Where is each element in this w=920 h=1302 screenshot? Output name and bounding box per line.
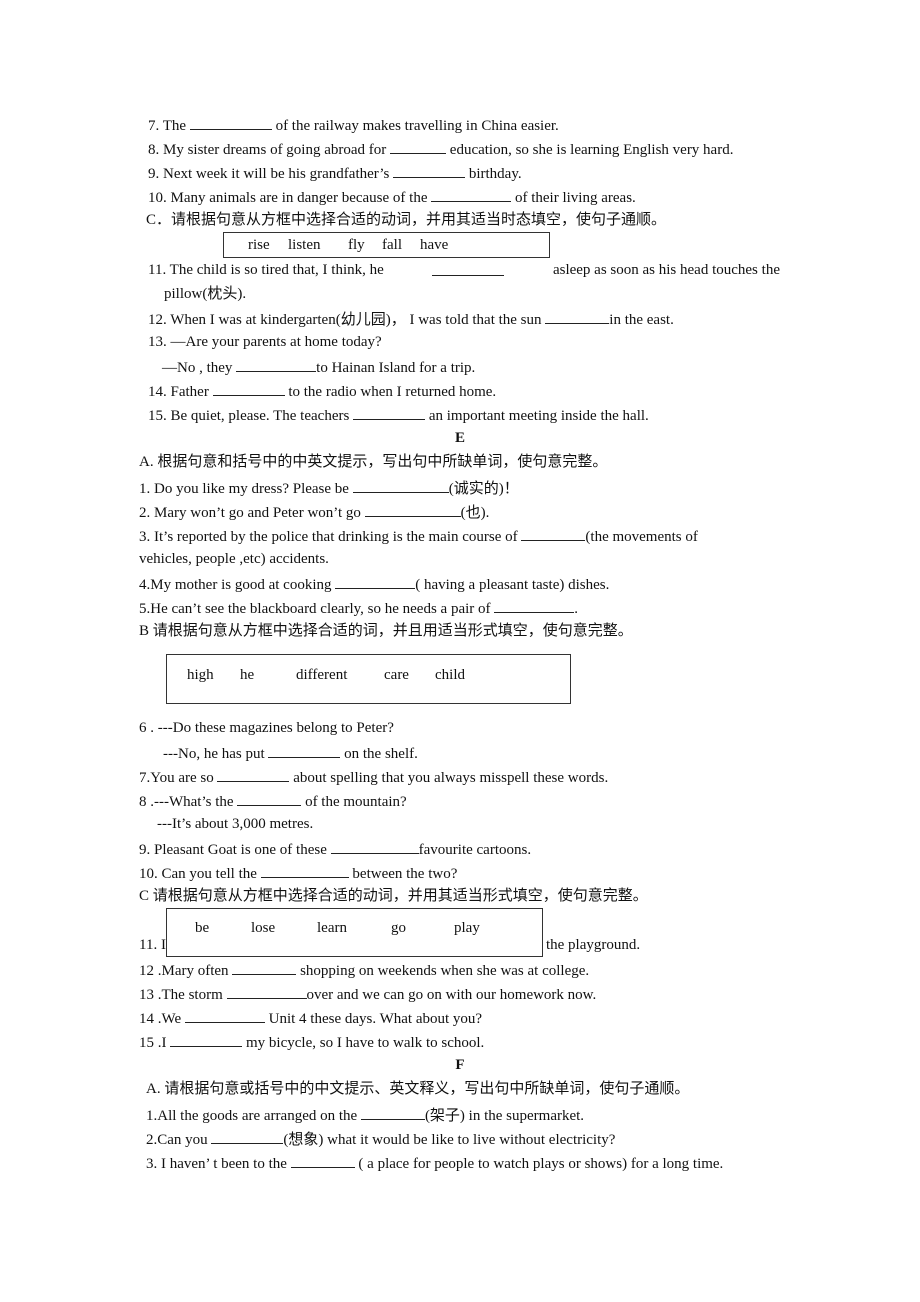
question-f1: 1.All the goods are arranged on the (架子)… <box>146 1105 584 1125</box>
answer-blank[interactable] <box>236 357 317 372</box>
section-heading-f: F <box>455 1057 465 1073</box>
question-e4: 4.My mother is good at cooking ( having … <box>139 574 609 594</box>
question-e5: 5.He can’t see the blackboard clearly, s… <box>139 598 578 618</box>
section-heading-e: E <box>454 430 465 446</box>
word-box-e-c: be lose learn go play <box>166 908 543 957</box>
word-option: listen <box>288 237 321 253</box>
answer-blank[interactable] <box>431 187 512 202</box>
question-d13: 13. —Are your parents at home today? <box>148 334 382 350</box>
word-option: care <box>384 667 409 683</box>
answer-blank[interactable] <box>521 526 586 541</box>
question-d11-cont: pillow(枕头). <box>164 286 247 302</box>
question-d11: 11. The child is so tired that, I think,… <box>148 261 780 278</box>
word-option: rise <box>248 237 270 253</box>
word-option: have <box>420 237 449 253</box>
answer-blank[interactable] <box>330 839 419 854</box>
answer-blank[interactable] <box>212 381 285 396</box>
word-option: lose <box>251 920 276 936</box>
question-f3: 3. I haven’ t been to the ( a place for … <box>146 1153 723 1173</box>
word-option: child <box>435 667 465 683</box>
word-option: fly <box>348 237 365 253</box>
answer-blank[interactable] <box>390 139 447 154</box>
question-e14: 14 .We Unit 4 these days. What about you… <box>139 1008 482 1028</box>
question-d13-answer: —No , they to Hainan Island for a trip. <box>162 357 475 377</box>
word-option: high <box>187 667 214 683</box>
answer-blank[interactable] <box>232 960 297 975</box>
word-option: he <box>240 667 255 683</box>
instruction-e-part-c: C 请根据句意从方框中选择合适的动词，并用其适当形式填空，使句意完整。 <box>139 888 648 904</box>
question-d12: 12. When I was at kindergarten(幼儿园)， I w… <box>148 309 674 329</box>
word-option: play <box>454 920 480 936</box>
word-option: learn <box>317 920 347 936</box>
instruction-d-part-c: C．请根据句意从方框中选择合适的动词，并用其适当时态填空，使句子通顺。 <box>146 212 667 228</box>
answer-blank[interactable] <box>226 984 307 999</box>
answer-blank[interactable] <box>268 743 341 758</box>
answer-blank[interactable] <box>189 115 272 130</box>
question-d9: 9. Next week it will be his grandfather’… <box>148 163 522 183</box>
word-box-d-c: rise listen fly fall have <box>223 232 550 258</box>
question-d10: 10. Many animals are in danger because o… <box>148 187 636 207</box>
word-option: different <box>296 667 348 683</box>
word-option: be <box>195 920 210 936</box>
question-e1: 1. Do you like my dress? Please be (诚实的)… <box>139 478 519 498</box>
answer-blank[interactable] <box>432 261 505 276</box>
answer-blank[interactable] <box>353 405 426 420</box>
answer-blank[interactable] <box>335 574 416 589</box>
question-e15: 15 .I my bicycle, so I have to walk to s… <box>139 1032 484 1052</box>
answer-blank[interactable] <box>352 478 449 493</box>
question-d7: 7. The of the railway makes travelling i… <box>148 115 559 135</box>
answer-blank[interactable] <box>494 598 575 613</box>
answer-blank[interactable] <box>211 1129 284 1144</box>
question-e8: 8 .---What’s the of the mountain? <box>139 791 407 811</box>
answer-blank[interactable] <box>393 163 466 178</box>
answer-blank[interactable] <box>360 1105 425 1120</box>
answer-blank[interactable] <box>364 502 461 517</box>
question-e9: 9. Pleasant Goat is one of these favouri… <box>139 839 531 859</box>
question-f2: 2.Can you (想象) what it would be like to … <box>146 1129 615 1149</box>
question-e6: 6 . ---Do these magazines belong to Pete… <box>139 720 394 736</box>
question-e6-answer: ---No, he has put on the shelf. <box>163 743 418 763</box>
answer-blank[interactable] <box>260 863 349 878</box>
instruction-e-part-b: B 请根据句意从方框中选择合适的词，并且用适当形式填空，使句意完整。 <box>139 623 633 639</box>
instruction-f-part-a: A. 请根据句意或括号中的中文提示、英文释义，写出句中所缺单词，使句子通顺。 <box>146 1081 690 1097</box>
question-e3: 3. It’s reported by the police that drin… <box>139 526 698 546</box>
answer-blank[interactable] <box>290 1153 355 1168</box>
answer-blank[interactable] <box>217 767 290 782</box>
question-e8-answer: ---It’s about 3,000 metres. <box>157 816 314 832</box>
question-d8: 8. My sister dreams of going abroad for … <box>148 139 733 159</box>
question-e2: 2. Mary won’t go and Peter won’t go (也). <box>139 502 489 522</box>
instruction-e-part-a: A. 根据句意和括号中的中英文提示，写出句中所缺单词，使句意完整。 <box>139 454 608 470</box>
question-e10: 10. Can you tell the between the two? <box>139 863 457 883</box>
question-d15: 15. Be quiet, please. The teachers an im… <box>148 405 649 425</box>
word-box-e-b: high he different care child <box>166 654 571 704</box>
question-e3-cont: vehicles, people ,etc) accidents. <box>139 551 329 567</box>
answer-blank[interactable] <box>184 1008 265 1023</box>
word-option: fall <box>382 237 402 253</box>
question-e13: 13 .The storm over and we can go on with… <box>139 984 596 1004</box>
word-option: go <box>391 920 406 936</box>
question-e7: 7.You are so about spelling that you alw… <box>139 767 608 787</box>
answer-blank[interactable] <box>170 1032 243 1047</box>
answer-blank[interactable] <box>545 309 610 324</box>
question-d14: 14. Father to the radio when I returned … <box>148 381 496 401</box>
question-e12: 12 .Mary often shopping on weekends when… <box>139 960 589 980</box>
answer-blank[interactable] <box>237 791 302 806</box>
